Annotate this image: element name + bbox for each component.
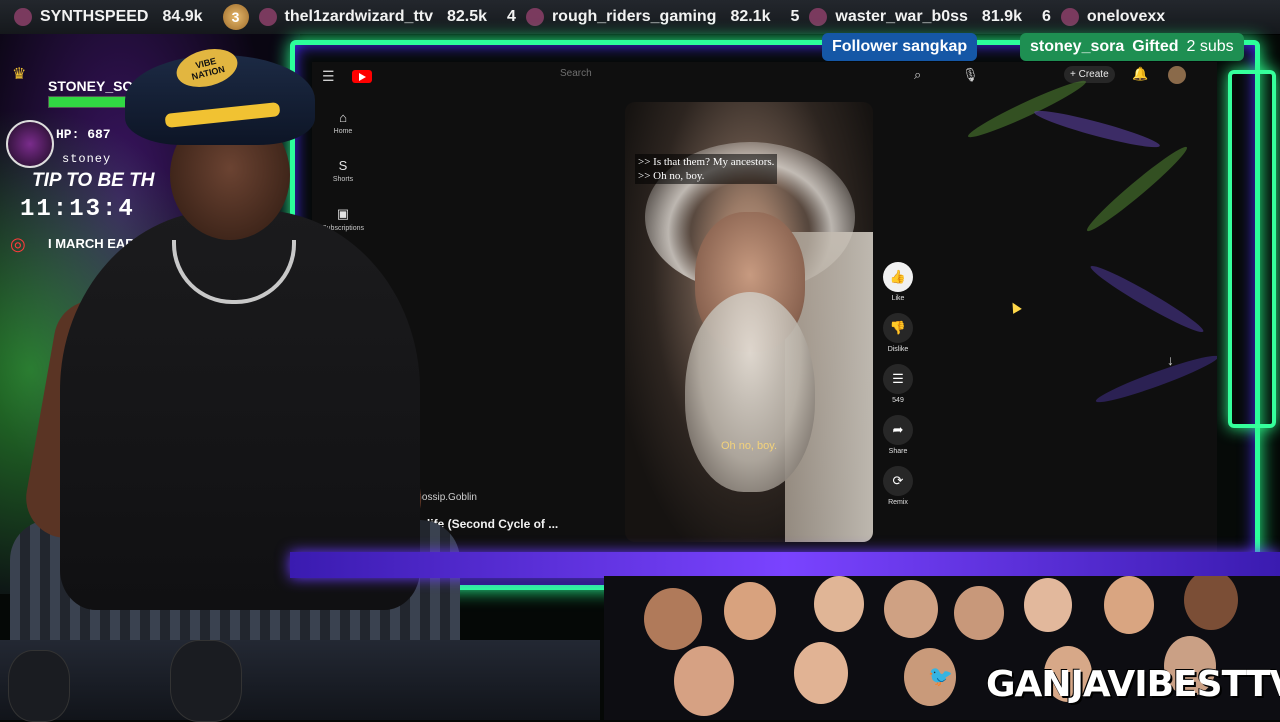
search-input[interactable]: Search xyxy=(552,68,900,84)
youtube-shorts-page: ☰ Search ⌕ 🎙 + Create 🔔 ⌂ Home S Shorts … xyxy=(312,62,1217,552)
dislike-button[interactable]: 👎 Dislike xyxy=(882,313,914,353)
alert-label: Gifted xyxy=(1132,38,1179,55)
avatar xyxy=(6,120,54,168)
crowd-face xyxy=(1104,576,1154,634)
ticker-rank: 4 xyxy=(507,8,516,25)
menu-icon[interactable]: ☰ xyxy=(322,68,335,85)
controller-right xyxy=(170,640,242,722)
crown-icon: ♛ xyxy=(12,66,27,83)
crowd-face xyxy=(1024,578,1072,632)
rank-medal-icon: 3 xyxy=(222,4,249,30)
crowd-face xyxy=(1184,576,1238,630)
hat-badge-text: VIBE NATION xyxy=(190,55,226,82)
ticker-rank: 6 xyxy=(1041,8,1051,25)
share-icon: ➦ xyxy=(883,415,913,445)
user-avatar xyxy=(258,8,277,26)
crowd-face xyxy=(644,588,702,650)
ticker-value: 82.5k xyxy=(447,8,488,25)
video-subtitle: Oh no, boy. xyxy=(720,440,778,452)
home-icon: ⌂ xyxy=(339,110,347,125)
action-label: 549 xyxy=(892,397,904,404)
brand-watermark: GANJAVIBESTTV xyxy=(986,664,1280,705)
sidebar-item-shorts[interactable]: S Shorts xyxy=(318,158,368,183)
crowd-face xyxy=(884,580,938,638)
notifications-bell-icon[interactable]: 🔔 xyxy=(1132,66,1148,82)
action-label: Remix xyxy=(888,499,908,506)
ticker-name: waster_war_b0ss xyxy=(835,8,968,25)
alert-label: Follower xyxy=(832,38,898,55)
subscriptions-icon: ▣ xyxy=(336,206,350,221)
alert-username: sangkap xyxy=(902,38,968,55)
desk xyxy=(0,640,600,720)
ticker-rank: 5 xyxy=(790,8,800,25)
alert-username: stoney_sora xyxy=(1030,38,1125,55)
follower-alert: Follower sangkap xyxy=(822,33,978,61)
sidebar-item-label: Home xyxy=(333,128,353,135)
ticker-item: SYNTHSPEED 84.9k xyxy=(14,8,209,26)
leaderboard-ticker: SYNTHSPEED 84.9k 3 thel1zardwizard_ttv 8… xyxy=(0,0,1280,35)
neon-side-bar xyxy=(1228,70,1276,428)
controller-left xyxy=(8,650,70,722)
sidebar-item-home[interactable]: ⌂ Home xyxy=(318,110,368,135)
crowd-face xyxy=(674,646,734,716)
caption-line: >> Oh no, boy. xyxy=(638,170,705,182)
ticker-value: 82.1k xyxy=(730,8,771,25)
user-avatar xyxy=(525,8,544,26)
user-avatar xyxy=(14,8,32,26)
ticker-item: 6 onelovexx xyxy=(1042,8,1179,26)
video-beard-shape xyxy=(685,292,815,492)
ticker-name: onelovexx xyxy=(1086,8,1166,25)
like-icon: 👍 xyxy=(883,262,913,292)
ticker-name: rough_riders_gaming xyxy=(551,8,717,25)
mouse-cursor-icon xyxy=(1008,300,1022,314)
comment-icon: ☰ xyxy=(883,364,913,394)
remix-icon: ⟳ xyxy=(883,466,913,496)
comments-button[interactable]: ☰ 549 xyxy=(882,364,914,404)
ticker-name: SYNTHSPEED xyxy=(40,8,149,25)
create-button[interactable]: + Create xyxy=(1064,66,1115,83)
search-icon[interactable]: ⌕ xyxy=(914,67,921,83)
user-avatar xyxy=(1060,8,1079,26)
remix-button[interactable]: ⟳ Remix xyxy=(882,466,914,506)
ticker-value: 84.9k xyxy=(162,8,203,25)
crowd-face xyxy=(794,642,848,704)
action-label: Dislike xyxy=(887,346,909,353)
sidebar-item-label: Shorts xyxy=(332,176,354,183)
dislike-icon: 👎 xyxy=(883,313,913,343)
ticker-value: 81.9k xyxy=(981,8,1022,25)
microphone-icon[interactable]: 🎙 xyxy=(962,67,979,83)
leaf-decoration xyxy=(1032,105,1162,153)
action-label: Share xyxy=(888,448,908,455)
account-avatar[interactable] xyxy=(1168,66,1186,84)
caption-line: >> Is that them? My ancestors. xyxy=(638,156,775,168)
handle-text: stoney xyxy=(62,152,112,166)
ticker-item: 3 thel1zardwizard_ttv 82.5k xyxy=(222,4,494,30)
hp-readout: HP: 687 xyxy=(56,127,111,142)
crowd-face xyxy=(954,586,1004,640)
crowd-face xyxy=(814,576,864,632)
video-caption: >> Is that them? My ancestors. >> Oh no,… xyxy=(635,154,778,184)
youtube-logo-icon[interactable] xyxy=(352,70,372,83)
purple-neon-band xyxy=(290,552,1280,578)
leaf-decoration xyxy=(1087,260,1207,338)
twitter-bird-icon: 🐦 xyxy=(928,666,953,688)
ticker-item: 5 waster_war_b0ss 81.9k xyxy=(790,8,1027,26)
tip-banner: TIP TO BE TH xyxy=(32,170,155,191)
alert-count: 2 subs xyxy=(1186,38,1234,55)
target-icon: ◎ xyxy=(10,234,26,254)
share-button[interactable]: ➦ Share xyxy=(882,415,914,455)
like-button[interactable]: 👍 Like xyxy=(882,262,914,302)
leaf-decoration xyxy=(1082,141,1192,237)
short-video-player[interactable]: >> Is that them? My ancestors. >> Oh no,… xyxy=(625,102,873,542)
shorts-icon: S xyxy=(338,158,348,173)
gift-sub-alert: stoney_sora Gifted 2 subs xyxy=(1020,33,1244,61)
action-label: Like xyxy=(891,295,905,302)
stream-timer: 11:13:4 xyxy=(20,196,135,223)
leaf-decoration xyxy=(1093,350,1217,408)
crowd-face xyxy=(724,582,776,640)
ticker-item: 4 rough_riders_gaming 82.1k xyxy=(507,8,776,26)
user-avatar xyxy=(809,8,828,26)
next-video-arrow-icon[interactable]: ↓ xyxy=(1167,352,1174,368)
ticker-name: thel1zardwizard_ttv xyxy=(284,8,433,25)
